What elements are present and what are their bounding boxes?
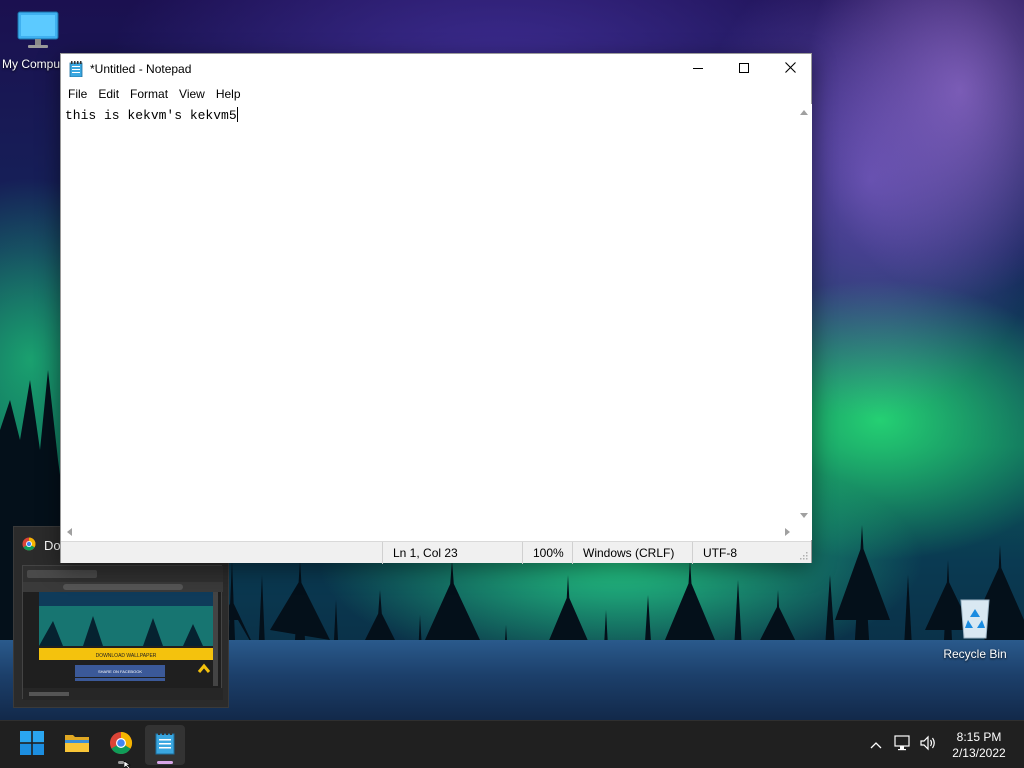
notepad-window: *Untitled - Notepad File Edit Format Vie… bbox=[60, 53, 812, 564]
notepad-icon bbox=[69, 61, 83, 78]
text-editor-area[interactable]: this is kekvm's kekvm5 bbox=[61, 104, 796, 524]
network-icon bbox=[894, 734, 912, 756]
scroll-left-arrow-icon[interactable] bbox=[67, 528, 72, 536]
resize-grip-icon[interactable] bbox=[798, 550, 808, 560]
editor-text: this is kekvm's kekvm5 bbox=[65, 108, 237, 123]
taskbar-notepad[interactable] bbox=[145, 725, 185, 765]
minimize-button[interactable] bbox=[675, 54, 721, 84]
scroll-up-arrow-icon[interactable] bbox=[800, 110, 808, 115]
desktop-icon-recycle-bin[interactable]: Recycle Bin bbox=[935, 596, 1015, 661]
folder-icon bbox=[64, 732, 90, 759]
scrollbar-corner bbox=[796, 524, 812, 540]
show-hidden-icons-button[interactable] bbox=[866, 735, 886, 755]
clock-time: 8:15 PM bbox=[956, 730, 1002, 744]
status-encoding: UTF-8 bbox=[692, 542, 792, 564]
scroll-down-arrow-icon[interactable] bbox=[800, 513, 808, 518]
status-line-ending: Windows (CRLF) bbox=[572, 542, 692, 564]
active-indicator bbox=[157, 761, 173, 764]
taskbar-chrome[interactable] bbox=[101, 725, 141, 765]
maximize-button[interactable] bbox=[721, 54, 767, 84]
preview-title-bar: Do bbox=[22, 537, 61, 554]
menu-file[interactable]: File bbox=[63, 85, 92, 103]
status-bar: Ln 1, Col 23 100% Windows (CRLF) UTF-8 bbox=[61, 541, 811, 564]
horizontal-scrollbar[interactable] bbox=[61, 524, 796, 540]
close-button[interactable] bbox=[767, 54, 813, 84]
thumbnail-button-text: DOWNLOAD WALLPAPER bbox=[96, 653, 157, 659]
preview-title: Do bbox=[44, 538, 61, 553]
vertical-scrollbar[interactable] bbox=[796, 104, 812, 524]
mouse-cursor-icon bbox=[124, 761, 131, 768]
start-button[interactable] bbox=[12, 725, 52, 765]
system-clock[interactable]: 8:15 PM 2/13/2022 bbox=[944, 729, 1014, 761]
chevron-up-icon bbox=[870, 736, 882, 754]
menu-bar: File Edit Format View Help bbox=[61, 84, 811, 104]
taskbar: 8:15 PM 2/13/2022 bbox=[0, 720, 1024, 768]
menu-format[interactable]: Format bbox=[125, 85, 173, 103]
taskbar-file-explorer[interactable] bbox=[57, 725, 97, 765]
notepad-icon bbox=[155, 730, 175, 760]
title-bar[interactable]: *Untitled - Notepad bbox=[61, 54, 811, 84]
volume-button[interactable] bbox=[918, 735, 938, 755]
speaker-icon bbox=[919, 735, 937, 756]
desktop-icon-label: Recycle Bin bbox=[943, 647, 1007, 661]
menu-help[interactable]: Help bbox=[211, 85, 246, 103]
monitor-icon bbox=[16, 11, 60, 53]
menu-view[interactable]: View bbox=[174, 85, 210, 103]
thumbnail-button-text: SHARE ON FACEBOOK bbox=[98, 669, 142, 674]
maximize-icon bbox=[739, 60, 749, 78]
windows-logo-icon bbox=[20, 730, 44, 760]
menu-edit[interactable]: Edit bbox=[93, 85, 124, 103]
minimize-icon bbox=[693, 60, 703, 78]
scroll-right-arrow-icon[interactable] bbox=[785, 528, 790, 536]
close-icon bbox=[784, 60, 796, 78]
chrome-icon bbox=[22, 537, 36, 554]
text-caret bbox=[236, 107, 238, 122]
preview-thumbnail: DOWNLOAD WALLPAPER SHARE ON FACEBOOK bbox=[22, 565, 223, 700]
chrome-icon bbox=[109, 731, 133, 760]
status-zoom: 100% bbox=[522, 542, 572, 564]
network-button[interactable] bbox=[893, 734, 913, 756]
status-cursor-position: Ln 1, Col 23 bbox=[382, 542, 522, 564]
recycle-bin-icon bbox=[955, 599, 995, 643]
window-title: *Untitled - Notepad bbox=[90, 62, 192, 76]
clock-date: 2/13/2022 bbox=[952, 746, 1006, 760]
